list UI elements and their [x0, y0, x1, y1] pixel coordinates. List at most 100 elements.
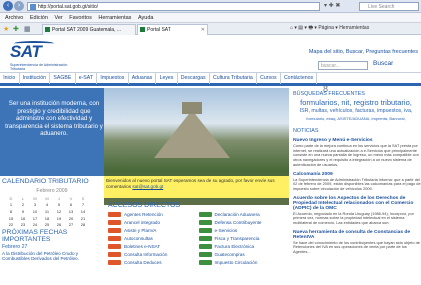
- url-input[interactable]: http://portal.sat.gob.gt/sitio/: [27, 2, 320, 11]
- menu-bar: Archivo Edición Ver Favoritos Herramient…: [0, 13, 421, 23]
- back-arrow-icon[interactable]: ‹: [3, 1, 13, 11]
- calendar-day[interactable]: 12: [53, 208, 65, 215]
- email-link[interactable]: sat@sat.gob.gt: [132, 184, 163, 189]
- menu-archivo[interactable]: Archivo: [5, 15, 23, 21]
- tab-portal-sat[interactable]: Portal SAT ✕: [137, 24, 208, 35]
- menu-ver[interactable]: Ver: [54, 15, 62, 21]
- calendar-day[interactable]: 18: [41, 215, 53, 222]
- quick-link[interactable]: Declaración Aduanera: [198, 212, 290, 217]
- calendar-day-header: V: [69, 195, 73, 201]
- tab-portal-sat-2009[interactable]: Portal SAT 2009 Guatemala, ...: [42, 24, 136, 35]
- tag-cloud-line[interactable]: formulario, ebaq, ASISTE/ADUANA, imprent…: [291, 115, 421, 123]
- calendar-day[interactable]: 20: [65, 215, 77, 222]
- quick-link[interactable]: Defensa Contribuyente: [198, 220, 290, 225]
- calendar-day[interactable]: 6: [65, 202, 77, 209]
- forward-arrow-icon[interactable]: ›: [14, 1, 24, 11]
- calendar-day[interactable]: 22: [5, 221, 17, 228]
- calendar-day[interactable]: 4: [41, 202, 53, 209]
- quick-link[interactable]: e-Servicios: [198, 228, 290, 233]
- news-item-title[interactable]: Calcomanía 2009: [293, 172, 421, 177]
- add-favorite-icon[interactable]: ✚: [13, 25, 19, 33]
- close-tab-icon[interactable]: ✕: [201, 25, 205, 35]
- calendar-day[interactable]: 5: [53, 202, 65, 209]
- sat-logo[interactable]: SAT: [10, 42, 42, 62]
- calendar-day[interactable]: 27: [65, 221, 77, 228]
- quick-link-label: Boletines e-NSAT: [124, 244, 161, 249]
- nav-sagbe[interactable]: SAGBE: [50, 72, 76, 84]
- quick-link[interactable]: Agentes Retención: [108, 212, 199, 217]
- calendar-day[interactable]: 21: [77, 215, 89, 222]
- news-item-title[interactable]: Acuerdo sobre los Aspectos de los Derech…: [293, 196, 421, 211]
- nav-inicio[interactable]: Inicio: [0, 72, 20, 84]
- quick-link[interactable]: Arancel integrado: [108, 220, 199, 225]
- nav-institucion[interactable]: Institución: [20, 72, 51, 84]
- calendar-day-header: L: [21, 195, 25, 201]
- welcome-caption: Bienvenidos al nuevo portal SAT esperamo…: [104, 176, 289, 198]
- nav-impuestos[interactable]: Impuestos: [97, 72, 129, 84]
- quick-link[interactable]: Autoconsultas: [108, 236, 199, 241]
- calendar-day[interactable]: 3: [29, 202, 41, 209]
- quick-link-label: Agentes Retención: [124, 212, 163, 217]
- calendar-day[interactable]: 8: [5, 208, 17, 215]
- quick-link-icon: [108, 236, 121, 241]
- search-button[interactable]: Buscar: [373, 60, 393, 67]
- tab-label: Portal SAT 2009 Guatemala, ...: [52, 27, 122, 33]
- search-placeholder: Live Search: [368, 4, 395, 10]
- header-links[interactable]: Mapa del sitio, Buscar, Preguntas frecue…: [309, 49, 418, 55]
- calendar-day[interactable]: 2: [17, 202, 29, 209]
- nav-e-sat[interactable]: e-SAT: [76, 72, 98, 84]
- menu-edicion[interactable]: Edición: [30, 15, 48, 21]
- calendar-day-header: S: [81, 195, 85, 201]
- nav-contactenos[interactable]: Contáctenos: [281, 72, 318, 84]
- menu-favoritos[interactable]: Favoritos: [69, 15, 92, 21]
- site-search-input[interactable]: buscar...: [318, 61, 368, 70]
- calendar-day[interactable]: 25: [41, 221, 53, 228]
- nav-aduanas[interactable]: Aduanas: [129, 72, 157, 84]
- nav-leyes[interactable]: Leyes: [156, 72, 178, 84]
- quick-link[interactable]: Asiste y PlanVA: [108, 228, 199, 233]
- calendar-day[interactable]: 28: [77, 221, 89, 228]
- main-nav: Inicio Institución SAGBE e-SAT Impuestos…: [0, 72, 421, 86]
- calendar-day[interactable]: 11: [41, 208, 53, 215]
- quick-link[interactable]: Consulta Información: [108, 252, 199, 257]
- quick-link[interactable]: Guatecompras: [198, 252, 290, 257]
- calendar-day[interactable]: 9: [17, 208, 29, 215]
- tag-cloud-line[interactable]: ISR, multas, vehículos, facturas, impues…: [291, 107, 421, 115]
- command-bar[interactable]: ⌂ ▾ ▤ ▾ 🖶 ▾ Página ▾ Herramientas: [290, 25, 369, 33]
- quick-link[interactable]: Consulta Deduces: [108, 260, 199, 265]
- upcoming-date-desc[interactable]: A la Distribución del Petróleo Crudo y C…: [2, 251, 104, 262]
- mission-text: Ser una institución moderna, con prestig…: [5, 100, 103, 137]
- quick-link-icon: [108, 260, 121, 265]
- calendar-day[interactable]: 1: [5, 202, 17, 209]
- menu-herramientas[interactable]: Herramientas: [98, 15, 131, 21]
- calendar-day[interactable]: 15: [5, 215, 17, 222]
- quick-link[interactable]: Boletines e-NSAT: [108, 244, 199, 249]
- menu-ayuda[interactable]: Ayuda: [138, 15, 154, 21]
- calendar-day[interactable]: 26: [53, 221, 65, 228]
- calendar-day[interactable]: 14: [77, 208, 89, 215]
- tab-list-icon[interactable]: ▦: [24, 25, 31, 33]
- live-search-input[interactable]: Live Search: [359, 2, 419, 11]
- calendar-day[interactable]: 17: [29, 215, 41, 222]
- quick-link-label: Autoconsultas: [124, 236, 153, 241]
- calendar-day[interactable]: 7: [77, 202, 89, 209]
- news-item-body: El Acuerdo, negociado en la Ronda Urugua…: [293, 210, 414, 226]
- news-item-title[interactable]: Nueva herramienta de consulta de Constan…: [293, 230, 421, 240]
- calendar-day[interactable]: 13: [65, 208, 77, 215]
- quick-link[interactable]: Fisca y Transparencia: [198, 236, 290, 241]
- quick-link-icon: [198, 260, 212, 265]
- calendar-day[interactable]: 23: [17, 221, 29, 228]
- tag-cloud-line[interactable]: formularios, nit, registro tributario,: [291, 99, 421, 107]
- quick-link[interactable]: Factura Electrónica: [198, 244, 290, 249]
- mission-panel: Ser una institución moderna, con prestig…: [0, 88, 104, 176]
- nav-cultura-tributaria[interactable]: Cultura Tributaria: [210, 72, 257, 84]
- quick-link[interactable]: Impuesto Circulación: [198, 260, 290, 265]
- refresh-stop-icons[interactable]: ▾ ✚ ✖: [324, 2, 356, 11]
- calendar-day[interactable]: 19: [53, 215, 65, 222]
- nav-descargas[interactable]: Descargas: [178, 72, 210, 84]
- calendar-day[interactable]: 10: [29, 208, 41, 215]
- calendar-day[interactable]: 24: [29, 221, 41, 228]
- favorites-star-icon[interactable]: ★: [3, 25, 9, 33]
- nav-cursos[interactable]: Cursos: [257, 72, 281, 84]
- calendar-day[interactable]: 16: [17, 215, 29, 222]
